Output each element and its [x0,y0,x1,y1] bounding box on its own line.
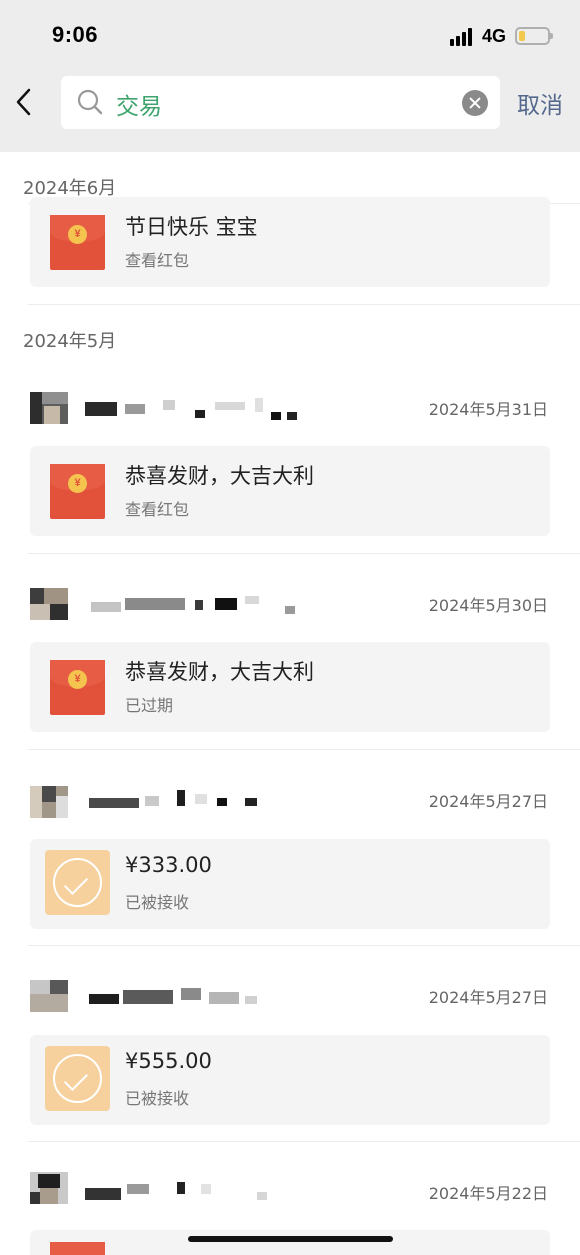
battery-icon [515,27,553,45]
red-packet-icon: ¥ [50,215,105,270]
top-bar: 9:06 4G 交易 取消 [0,0,580,152]
card-subtitle: 已被接收 [125,1089,190,1108]
sender-name-redacted [85,398,305,422]
chevron-left-icon[interactable] [12,86,38,118]
item-date: 2024年5月31日 [428,400,548,419]
red-packet-icon: ¥ [50,464,105,519]
section-header-may: 2024年5月 [23,331,117,352]
status-bar: 9:06 4G [0,0,580,72]
card-title: 恭喜发财，大吉大利 [125,660,314,684]
avatar[interactable] [30,588,68,620]
sender-name-redacted [85,1180,270,1204]
status-time: 9:06 [52,22,99,47]
divider [28,749,580,750]
avatar[interactable] [30,980,68,1012]
sender-name-redacted [85,986,260,1010]
cancel-button[interactable]: 取消 [517,86,563,120]
signal-icon [450,28,476,46]
card-title: 节日快乐 宝宝 [125,215,258,239]
transfer-card[interactable]: ¥333.00 已被接收 [30,839,550,929]
search-icon [77,89,103,115]
card-subtitle: 查看红包 [125,251,190,270]
divider [28,1141,580,1142]
home-indicator [188,1236,393,1242]
divider [28,553,580,554]
sender-name-redacted [85,594,300,618]
avatar[interactable] [30,1172,68,1204]
card-subtitle: 已过期 [125,696,174,715]
divider [28,304,580,305]
card-title: 恭喜发财，大吉大利 [125,464,314,488]
item-date: 2024年5月30日 [428,596,548,615]
avatar[interactable] [30,786,68,818]
transfer-card[interactable]: ¥555.00 已被接收 [30,1035,550,1125]
clear-icon[interactable] [462,90,488,116]
card-title: ¥555.00 [125,1049,212,1073]
red-packet-icon [50,1242,105,1255]
red-packet-card[interactable]: ¥ 节日快乐 宝宝 查看红包 [30,197,550,287]
red-packet-card[interactable] [30,1230,550,1255]
item-date: 2024年5月22日 [428,1184,548,1203]
red-packet-icon: ¥ [50,660,105,715]
avatar[interactable] [30,392,68,424]
sender-name-redacted [85,790,260,814]
transfer-accepted-icon [45,1046,110,1111]
card-subtitle: 查看红包 [125,500,190,519]
search-input[interactable]: 交易 [61,76,500,129]
item-date: 2024年5月27日 [428,792,548,811]
item-date: 2024年5月27日 [428,988,548,1007]
red-packet-card[interactable]: ¥ 恭喜发财，大吉大利 查看红包 [30,446,550,536]
card-title: ¥333.00 [125,853,212,877]
red-packet-card[interactable]: ¥ 恭喜发财，大吉大利 已过期 [30,642,550,732]
divider [28,945,580,946]
transfer-accepted-icon [45,850,110,915]
network-label: 4G [482,26,507,46]
search-query[interactable]: 交易 [116,87,162,121]
card-subtitle: 已被接收 [125,893,190,912]
